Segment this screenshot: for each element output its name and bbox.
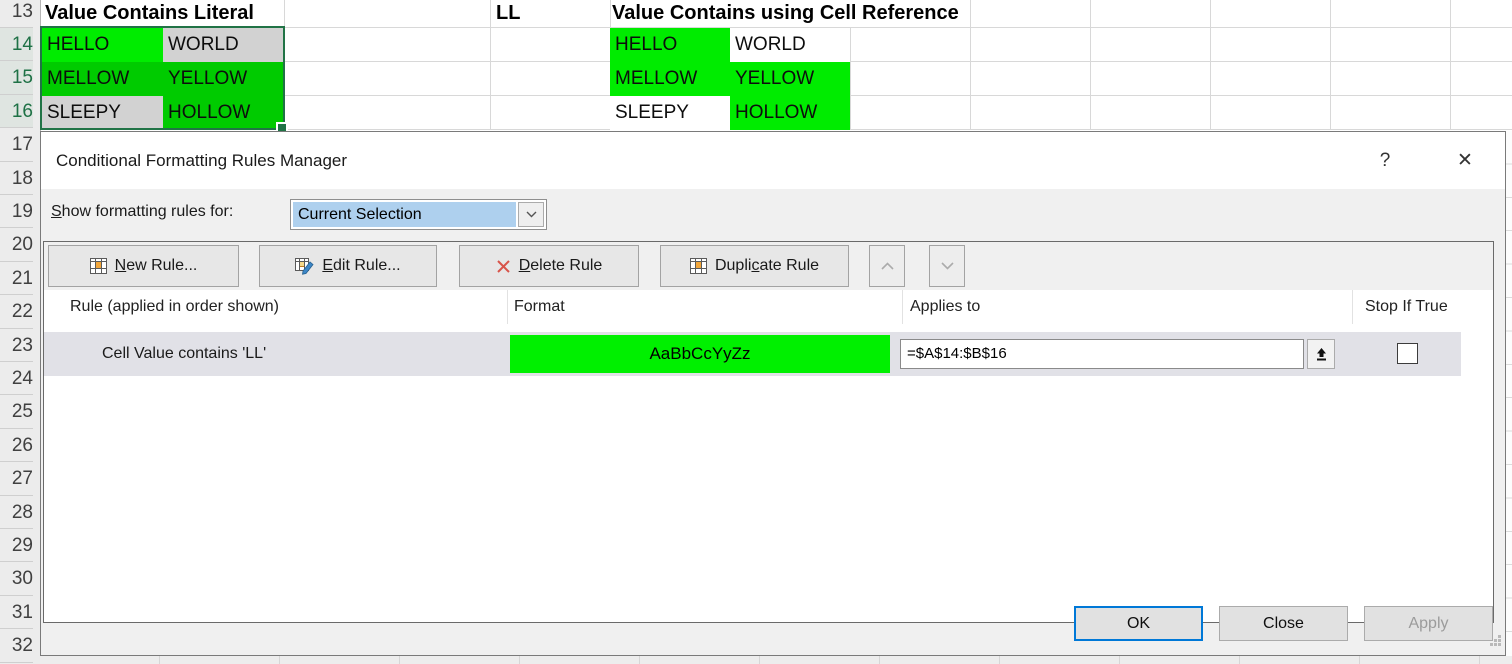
new-rule-grid-icon — [90, 258, 107, 274]
chevron-down-icon[interactable] — [518, 202, 544, 227]
resize-grip[interactable] — [1489, 634, 1502, 652]
row-header-28[interactable]: 28 — [0, 496, 33, 529]
delete-rule-button[interactable]: Delete Rule — [459, 245, 639, 287]
format-preview: AaBbCcYyZz — [510, 335, 890, 373]
gridline — [284, 0, 285, 130]
cell-A14[interactable]: HELLO — [42, 28, 163, 62]
row-header-32[interactable]: 32 — [0, 629, 33, 662]
gridline — [490, 0, 491, 130]
new-rule-label: New Rule... — [115, 257, 198, 275]
dropdown-selected-value: Current Selection — [293, 202, 516, 227]
new-rule-button[interactable]: New Rule... — [48, 245, 239, 287]
cell-G14[interactable]: WORLD — [730, 28, 850, 62]
sheet-strip-right — [1506, 131, 1512, 664]
row-header-18[interactable]: 18 — [0, 162, 33, 195]
stop-if-true-checkbox[interactable] — [1397, 343, 1418, 364]
row-header-20[interactable]: 20 — [0, 228, 33, 261]
edit-rule-label: Edit Rule... — [322, 257, 400, 275]
cell-B14[interactable]: WORLD — [163, 28, 284, 62]
column-header-rule: Rule (applied in order shown) — [70, 290, 279, 324]
column-separator — [507, 290, 508, 324]
row-header-23[interactable]: 23 — [0, 329, 33, 362]
rules-toolbar: New Rule... Edit Rule... Delete Rule Dup… — [44, 242, 1493, 290]
row-header-13[interactable]: 13 — [0, 0, 33, 28]
applies-to-input[interactable]: =$A$14:$B$16 — [900, 339, 1304, 369]
edit-rule-icon — [295, 258, 314, 275]
column-header-format: Format — [514, 290, 565, 324]
delete-rule-label: Delete Rule — [519, 257, 603, 275]
close-button[interactable]: Close — [1219, 606, 1348, 641]
gridline — [1450, 0, 1451, 130]
cell-f13-title[interactable]: Value Contains using Cell Reference — [612, 0, 965, 27]
row-header-25[interactable]: 25 — [0, 395, 33, 428]
cell-d13-title[interactable]: LL — [496, 0, 526, 27]
row-header-column: 1314151617181920212223242526272829303132 — [0, 0, 41, 664]
duplicate-rule-grid-icon — [690, 258, 707, 274]
column-header-stop-if-true: Stop If True — [1365, 290, 1448, 324]
column-header-applies-to: Applies to — [910, 290, 980, 324]
move-rule-up-button[interactable] — [869, 245, 905, 287]
accel-letter: S — [51, 203, 62, 220]
move-rule-down-button[interactable] — [929, 245, 965, 287]
row-header-16[interactable]: 16 — [0, 95, 33, 128]
duplicate-rule-label: Duplicate Rule — [715, 257, 819, 275]
excel-sheet-with-dialog: 1314151617181920212223242526272829303132… — [0, 0, 1512, 664]
column-separator — [902, 290, 903, 324]
chevron-up-icon — [881, 262, 894, 270]
row-header-22[interactable]: 22 — [0, 295, 33, 328]
row-header-17[interactable]: 17 — [0, 128, 33, 161]
chevron-down-icon — [941, 262, 954, 270]
cell-A16[interactable]: SLEEPY — [42, 96, 163, 130]
cell-B15[interactable]: YELLOW — [163, 62, 284, 96]
cell-A15[interactable]: MELLOW — [42, 62, 163, 96]
rules-box: New Rule... Edit Rule... Delete Rule Dup… — [43, 241, 1494, 623]
row-header-14[interactable]: 14 — [0, 28, 33, 61]
gridline — [1090, 0, 1091, 130]
cell-G15[interactable]: YELLOW — [730, 62, 850, 96]
collapse-dialog-icon — [1314, 347, 1329, 362]
row-header-19[interactable]: 19 — [0, 195, 33, 228]
dialog-titlebar: Conditional Formatting Rules Manager ? ✕ — [41, 132, 1505, 189]
row-header-31[interactable]: 31 — [0, 596, 33, 629]
row-header-26[interactable]: 26 — [0, 429, 33, 462]
dialog-title: Conditional Formatting Rules Manager — [56, 132, 347, 189]
close-icon[interactable]: ✕ — [1448, 144, 1482, 178]
sheet-strip-bottom — [40, 656, 1512, 664]
duplicate-rule-button[interactable]: Duplicate Rule — [660, 245, 849, 287]
show-formatting-rules-label: Show formatting rules for: — [51, 196, 233, 227]
column-separator — [1352, 290, 1353, 324]
row-header-21[interactable]: 21 — [0, 262, 33, 295]
apply-button[interactable]: Apply — [1364, 606, 1493, 641]
cell-G16[interactable]: HOLLOW — [730, 96, 850, 130]
show-rules-for-dropdown[interactable]: Current Selection — [290, 199, 547, 230]
row-header-30[interactable]: 30 — [0, 562, 33, 595]
cell-F15[interactable]: MELLOW — [610, 62, 730, 96]
gridline — [970, 0, 971, 130]
cell-F16[interactable]: SLEEPY — [610, 96, 730, 130]
cell-B16[interactable]: HOLLOW — [163, 96, 284, 130]
help-icon[interactable]: ? — [1368, 144, 1402, 178]
rule-description: Cell Value contains 'LL' — [102, 332, 266, 376]
row-header-29[interactable]: 29 — [0, 529, 33, 562]
rule-row-selected[interactable]: Cell Value contains 'LL' AaBbCcYyZz =$A$… — [44, 332, 1461, 376]
conditional-formatting-rules-manager-dialog: Conditional Formatting Rules Manager ? ✕… — [40, 131, 1506, 656]
ok-button[interactable]: OK — [1074, 606, 1203, 641]
range-picker-button[interactable] — [1307, 339, 1335, 369]
cell-a13-title[interactable]: Value Contains Literal — [45, 0, 260, 27]
cell-F14[interactable]: HELLO — [610, 28, 730, 62]
row-header-15[interactable]: 15 — [0, 61, 33, 94]
edit-rule-button[interactable]: Edit Rule... — [259, 245, 437, 287]
gridline — [1210, 0, 1211, 130]
row-header-24[interactable]: 24 — [0, 362, 33, 395]
label-rest: how formatting rules for: — [62, 203, 234, 220]
row-header-27[interactable]: 27 — [0, 462, 33, 495]
delete-x-icon — [496, 259, 511, 274]
gridline — [1330, 0, 1331, 130]
